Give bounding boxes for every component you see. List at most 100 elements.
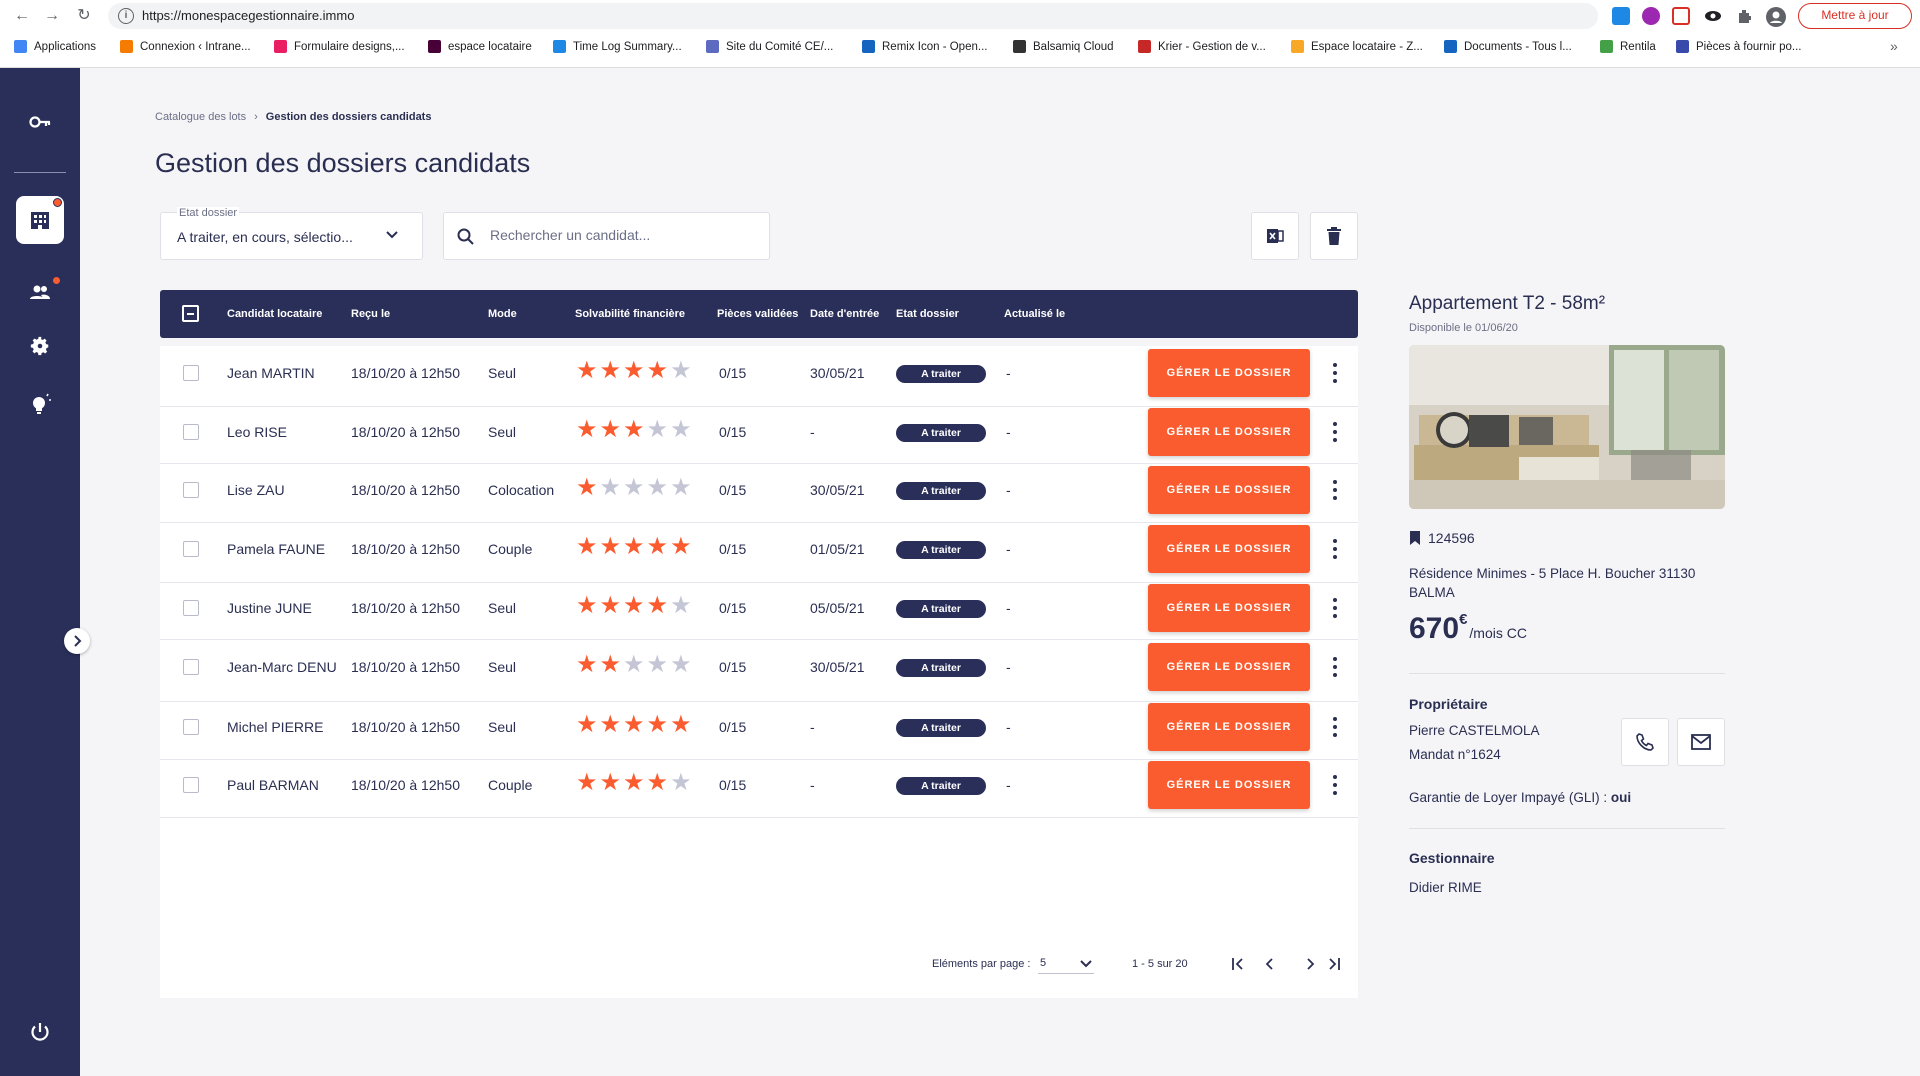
search-input[interactable] bbox=[490, 227, 750, 243]
url-text[interactable]: https://monespacegestionnaire.immo bbox=[142, 8, 354, 23]
row-checkbox[interactable] bbox=[183, 719, 199, 735]
more-options-icon[interactable] bbox=[1332, 775, 1338, 795]
extension-calendar-icon[interactable] bbox=[1672, 7, 1690, 25]
previous-page-button[interactable] bbox=[1258, 952, 1282, 976]
extension-purple-icon[interactable] bbox=[1642, 7, 1660, 25]
more-options-icon[interactable] bbox=[1332, 539, 1338, 559]
more-options-icon[interactable] bbox=[1332, 422, 1338, 442]
property-photo[interactable] bbox=[1409, 345, 1725, 509]
table-row[interactable]: Jean MARTIN 18/10/20 à 12h50 Seul ★ ★ ★ ★ ★ 0/15… bbox=[160, 346, 1358, 407]
per-page-value[interactable]: 5 bbox=[1040, 957, 1046, 969]
bookmark-item[interactable]: Rentila bbox=[1600, 40, 1656, 53]
row-checkbox[interactable] bbox=[183, 541, 199, 557]
candidate-name[interactable]: Lise ZAU bbox=[227, 482, 285, 498]
column-entry[interactable]: Date d'entrée bbox=[810, 308, 879, 320]
call-owner-button[interactable] bbox=[1621, 718, 1669, 766]
email-owner-button[interactable] bbox=[1677, 718, 1725, 766]
bookmark-item[interactable]: Site du Comité CE/... bbox=[706, 40, 833, 53]
more-options-icon[interactable] bbox=[1332, 480, 1338, 500]
bookmarks-more-icon[interactable]: » bbox=[1890, 38, 1898, 54]
bookmark-item[interactable]: Espace locataire - Z... bbox=[1291, 40, 1423, 53]
column-pieces[interactable]: Pièces validées bbox=[717, 308, 798, 320]
manage-file-button[interactable]: GÉRER LE DOSSIER bbox=[1148, 408, 1310, 456]
more-options-icon[interactable] bbox=[1332, 657, 1338, 677]
table-row[interactable]: Lise ZAU 18/10/20 à 12h50 Colocation ★ ★ ★ ★ ★ 0… bbox=[160, 464, 1358, 523]
column-status[interactable]: Etat dossier bbox=[896, 308, 959, 320]
last-page-button[interactable] bbox=[1322, 952, 1346, 976]
breadcrumb-parent-link[interactable]: Catalogue des lots bbox=[155, 111, 246, 123]
manage-file-button[interactable]: GÉRER LE DOSSIER bbox=[1148, 466, 1310, 514]
more-options-icon[interactable] bbox=[1332, 363, 1338, 383]
bookmark-item[interactable]: Applications bbox=[14, 40, 96, 53]
column-mode[interactable]: Mode bbox=[488, 308, 517, 320]
extension-new-icon[interactable] bbox=[1612, 7, 1630, 25]
status-filter-select[interactable]: Etat dossier A traiter, en cours, sélect… bbox=[160, 207, 423, 260]
row-checkbox[interactable] bbox=[183, 659, 199, 675]
update-browser-button[interactable]: Mettre à jour bbox=[1798, 3, 1912, 29]
sidebar-item-users[interactable] bbox=[20, 272, 61, 312]
bookmark-item[interactable]: Balsamiq Cloud bbox=[1013, 40, 1114, 53]
next-page-button[interactable] bbox=[1298, 952, 1322, 976]
table-row[interactable]: Justine JUNE 18/10/20 à 12h50 Seul ★ ★ ★ ★ ★ 0/1… bbox=[160, 583, 1358, 640]
manage-file-button[interactable]: GÉRER LE DOSSIER bbox=[1148, 761, 1310, 809]
site-info-icon[interactable]: i bbox=[118, 8, 134, 24]
sidebar-item-settings[interactable] bbox=[20, 326, 60, 366]
sidebar-item-buildings[interactable] bbox=[16, 196, 64, 244]
bookmark-item[interactable]: Time Log Summary... bbox=[553, 40, 682, 53]
manage-file-button[interactable]: GÉRER LE DOSSIER bbox=[1148, 349, 1310, 397]
row-checkbox[interactable] bbox=[183, 424, 199, 440]
candidate-name[interactable]: Justine JUNE bbox=[227, 600, 312, 616]
column-received[interactable]: Reçu le bbox=[351, 308, 390, 320]
bookmark-item[interactable]: espace locataire bbox=[428, 40, 532, 53]
candidate-name[interactable]: Jean-Marc DENU bbox=[227, 659, 337, 675]
candidate-name[interactable]: Leo RISE bbox=[227, 424, 287, 440]
bookmark-item[interactable]: Krier - Gestion de v... bbox=[1138, 40, 1266, 53]
table-row[interactable]: Paul BARMAN 18/10/20 à 12h50 Couple ★ ★ ★ ★ ★ 0/… bbox=[160, 760, 1358, 818]
sidebar-item-ideas[interactable] bbox=[20, 384, 60, 424]
row-checkbox[interactable] bbox=[183, 777, 199, 793]
select-all-checkbox[interactable] bbox=[182, 305, 199, 322]
chevron-down-icon[interactable] bbox=[384, 227, 400, 243]
column-solvency[interactable]: Solvabilité financière bbox=[575, 308, 685, 320]
table-row[interactable]: Jean-Marc DENU 18/10/20 à 12h50 Seul ★ ★ ★ ★ ★ 0… bbox=[160, 640, 1358, 702]
row-checkbox[interactable] bbox=[183, 600, 199, 616]
table-row[interactable]: Michel PIERRE 18/10/20 à 12h50 Seul ★ ★ ★ ★ ★ 0/… bbox=[160, 702, 1358, 760]
bookmark-item[interactable]: Formulaire designs,... bbox=[274, 40, 405, 53]
forward-icon[interactable]: → bbox=[42, 6, 62, 26]
back-icon[interactable]: ← bbox=[12, 6, 32, 26]
bookmark-item[interactable]: Connexion ‹ Intrane... bbox=[120, 40, 251, 53]
key-icon[interactable] bbox=[20, 102, 60, 142]
row-checkbox[interactable] bbox=[183, 482, 199, 498]
candidate-name[interactable]: Jean MARTIN bbox=[227, 365, 315, 381]
power-icon[interactable] bbox=[20, 1012, 60, 1052]
manage-file-button[interactable]: GÉRER LE DOSSIER bbox=[1148, 525, 1310, 573]
column-candidate[interactable]: Candidat locataire bbox=[227, 308, 322, 320]
extensions-puzzle-icon[interactable] bbox=[1736, 7, 1754, 25]
chevron-down-icon[interactable] bbox=[1078, 956, 1094, 972]
sidebar-expand-button[interactable] bbox=[64, 628, 90, 654]
candidate-name[interactable]: Pamela FAUNE bbox=[227, 541, 325, 557]
per-page-select[interactable]: 5 bbox=[1038, 952, 1094, 974]
row-checkbox[interactable] bbox=[183, 365, 199, 381]
delete-button[interactable] bbox=[1310, 212, 1358, 260]
profile-avatar-icon[interactable] bbox=[1766, 7, 1786, 27]
bookmark-item[interactable]: Remix Icon - Open... bbox=[862, 40, 987, 53]
table-row[interactable]: Pamela FAUNE 18/10/20 à 12h50 Couple ★ ★ ★ ★ ★ 0… bbox=[160, 523, 1358, 583]
extension-eye-icon[interactable] bbox=[1704, 7, 1722, 25]
bookmark-item[interactable]: Pièces à fournir po... bbox=[1676, 40, 1801, 53]
manage-file-button[interactable]: GÉRER LE DOSSIER bbox=[1148, 703, 1310, 751]
candidate-name[interactable]: Paul BARMAN bbox=[227, 777, 319, 793]
candidate-search[interactable] bbox=[443, 212, 770, 260]
column-updated[interactable]: Actualisé le bbox=[1004, 308, 1065, 320]
table-row[interactable]: Leo RISE 18/10/20 à 12h50 Seul ★ ★ ★ ★ ★ 0/15- A … bbox=[160, 407, 1358, 464]
first-page-button[interactable] bbox=[1226, 952, 1250, 976]
candidate-name[interactable]: Michel PIERRE bbox=[227, 719, 323, 735]
export-excel-button[interactable] bbox=[1251, 212, 1299, 260]
url-bar[interactable]: i https://monespacegestionnaire.immo bbox=[108, 3, 1598, 29]
reload-icon[interactable]: ↻ bbox=[74, 6, 94, 26]
bookmark-item[interactable]: Documents - Tous l... bbox=[1444, 40, 1572, 53]
manage-file-button[interactable]: GÉRER LE DOSSIER bbox=[1148, 584, 1310, 632]
status-filter-value[interactable]: A traiter, en cours, sélectio... bbox=[177, 229, 353, 245]
more-options-icon[interactable] bbox=[1332, 717, 1338, 737]
more-options-icon[interactable] bbox=[1332, 598, 1338, 618]
